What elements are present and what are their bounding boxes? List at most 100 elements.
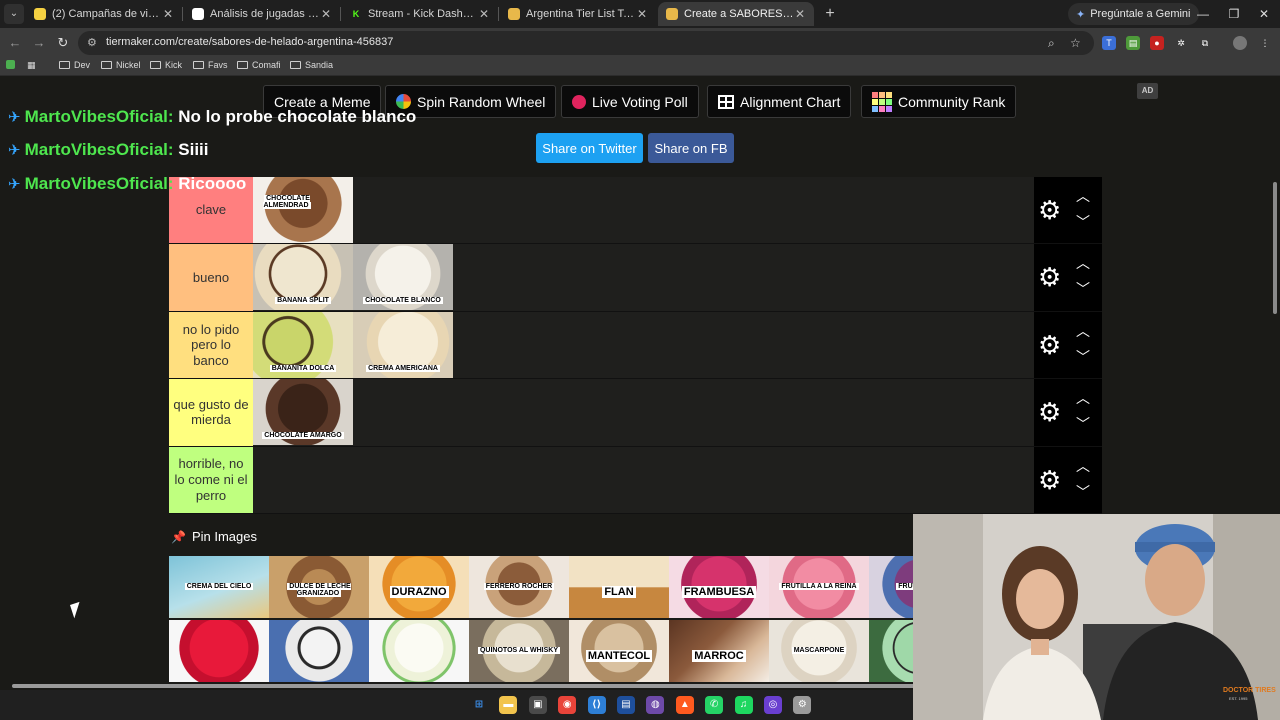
- chevron-up-icon[interactable]: ︿: [1076, 391, 1090, 405]
- flavor-image[interactable]: FRUT DEL B: [869, 556, 913, 618]
- tab-argentina-templates[interactable]: Argentina Tier List Templates - ✕: [500, 2, 656, 26]
- community-rank-button[interactable]: Community Rank: [861, 85, 1017, 118]
- extension-icon[interactable]: ●: [1150, 36, 1164, 50]
- apps-grid-icon[interactable]: ▦: [27, 60, 36, 71]
- reload-button[interactable]: ↻: [54, 34, 72, 52]
- gemini-button[interactable]: ✦ Pregúntale a Gemini: [1068, 3, 1199, 25]
- close-icon[interactable]: ✕: [636, 7, 648, 21]
- github-icon[interactable]: ◍: [646, 696, 665, 714]
- chevron-up-icon[interactable]: ︿: [1076, 256, 1090, 270]
- flavor-image[interactable]: BANANA SPLIT: [253, 244, 353, 311]
- chrome-icon[interactable]: ◉: [558, 696, 577, 714]
- whatsapp-icon[interactable]: ✆: [705, 696, 724, 714]
- zoom-icon[interactable]: ⌕: [1048, 36, 1055, 51]
- live-poll-button[interactable]: Live Voting Poll: [561, 85, 699, 118]
- flavor-image[interactable]: MANTECOL: [569, 620, 669, 682]
- bookmark-folder-favs[interactable]: Favs: [193, 60, 228, 70]
- tab-sabores-de-helado[interactable]: Create a SABORES DE HELADO ✕: [658, 2, 814, 26]
- bookmark-folder-nickel[interactable]: Nickel: [101, 60, 141, 70]
- vscode-icon[interactable]: ⟨⟩: [587, 696, 606, 714]
- tab-search-button[interactable]: ⌄: [4, 4, 24, 24]
- bookmark-app-icon[interactable]: [6, 60, 15, 69]
- flavor-image[interactable]: CHOCOLATE ALMENDRAD: [253, 177, 353, 243]
- more-menu-icon[interactable]: ⋮: [1258, 36, 1272, 50]
- url-text[interactable]: tiermaker.com/create/sabores-de-helado-a…: [106, 36, 393, 48]
- store-icon[interactable]: ▣: [528, 696, 547, 714]
- chevron-down-icon[interactable]: ﹀: [1076, 417, 1090, 431]
- gear-icon[interactable]: ⚙: [1038, 332, 1061, 358]
- chevron-down-icon[interactable]: ﹀: [1076, 485, 1090, 499]
- tier-items[interactable]: CHOCOLATE AMARGO: [253, 379, 1034, 446]
- gear-icon[interactable]: ⚙: [1038, 399, 1061, 425]
- bookmark-star-icon[interactable]: ☆: [1070, 36, 1081, 50]
- extension-icon[interactable]: ✲: [1174, 36, 1188, 50]
- extension-icon[interactable]: ▤: [1126, 36, 1140, 50]
- extensions-puzzle-icon[interactable]: ⧉: [1198, 36, 1212, 50]
- site-info-icon[interactable]: ⚙: [87, 36, 97, 49]
- flavor-image[interactable]: FLAN: [569, 556, 669, 618]
- restore-button[interactable]: ❐: [1224, 4, 1244, 24]
- chevron-up-icon[interactable]: ︿: [1076, 324, 1090, 338]
- bookmark-folder-dev[interactable]: Dev: [59, 60, 90, 70]
- close-window-button[interactable]: ✕: [1254, 4, 1274, 24]
- flavor-image[interactable]: FERRERO ROCHER: [469, 556, 569, 618]
- flavor-image[interactable]: [369, 620, 469, 682]
- flavor-image[interactable]: CREMA AMERICANA: [353, 311, 453, 378]
- close-icon[interactable]: ✕: [794, 7, 806, 21]
- new-tab-button[interactable]: +: [822, 4, 838, 24]
- chevron-down-icon[interactable]: ﹀: [1076, 215, 1090, 229]
- back-button[interactable]: ←: [6, 34, 24, 52]
- flavor-image[interactable]: CREMA DEL CIELO: [169, 556, 269, 618]
- flavor-image[interactable]: MARROC: [669, 620, 769, 682]
- share-fb-button[interactable]: Share on FB: [648, 133, 734, 163]
- flavor-image[interactable]: FRUTILLA A LA REINA: [769, 556, 869, 618]
- close-icon[interactable]: ✕: [320, 7, 332, 21]
- minimize-button[interactable]: —: [1193, 4, 1213, 24]
- bookmark-folder-sandia[interactable]: Sandia: [290, 60, 333, 70]
- flavor-image[interactable]: CHOCOLATE BLANCO: [353, 244, 453, 311]
- flavor-image[interactable]: CHOCOLATE AMARGO: [253, 379, 353, 446]
- share-twitter-button[interactable]: Share on Twitter: [536, 133, 643, 163]
- chevron-up-icon[interactable]: ︿: [1076, 189, 1090, 203]
- pin-images-toggle[interactable]: 📌 Pin Images: [171, 529, 257, 544]
- brave-icon[interactable]: ▲: [675, 696, 694, 714]
- gear-icon[interactable]: ⚙: [1038, 264, 1061, 290]
- address-bar[interactable]: ⚙ tiermaker.com/create/sabores-de-helado…: [78, 31, 1094, 55]
- tier-items[interactable]: BANANA SPLIT CHOCOLATE BLANCO: [253, 244, 1034, 311]
- tab-analisis[interactable]: Análisis de jugadas fútbol ✕: [184, 2, 340, 26]
- app2-icon[interactable]: ◎: [764, 696, 782, 714]
- flavor-image[interactable]: DULCE DE LECHE GRANIZADO: [269, 556, 369, 618]
- gear-icon[interactable]: ⚙: [1038, 197, 1061, 223]
- tab-kick[interactable]: K Stream - Kick Dashboard ✕: [342, 2, 498, 26]
- tier-items[interactable]: CHOCOLATE ALMENDRAD: [253, 177, 1034, 243]
- tier-items[interactable]: [253, 447, 1034, 513]
- close-icon[interactable]: ✕: [478, 7, 490, 21]
- alignment-chart-button[interactable]: Alignment Chart: [707, 85, 852, 118]
- flavor-image[interactable]: FRAMBUESA: [669, 556, 769, 618]
- flavor-image[interactable]: QUINOTOS AL WHISKY: [469, 620, 569, 682]
- gear-icon[interactable]: ⚙: [1038, 467, 1061, 493]
- ad-badge[interactable]: AD: [1137, 83, 1158, 99]
- chevron-up-icon[interactable]: ︿: [1076, 459, 1090, 473]
- spotify-icon[interactable]: ♫: [734, 696, 753, 714]
- close-icon[interactable]: ✕: [162, 7, 174, 21]
- forward-button[interactable]: →: [30, 34, 48, 52]
- tier-label[interactable]: que gusto de mierda: [169, 379, 253, 446]
- flavor-image[interactable]: BANANITA DOLCA: [253, 311, 353, 378]
- flavor-image[interactable]: MASCARPONE: [769, 620, 869, 682]
- flavor-image[interactable]: DURAZNO: [369, 556, 469, 618]
- windows-icon[interactable]: ⊞: [470, 696, 488, 714]
- flavor-image[interactable]: [169, 620, 269, 682]
- tab-campanas[interactable]: (2) Campañas de videos ✕: [26, 2, 182, 26]
- flavor-image[interactable]: [269, 620, 369, 682]
- chevron-down-icon[interactable]: ﹀: [1076, 350, 1090, 364]
- tier-label[interactable]: horrible, no lo come ni el perro: [169, 446, 253, 513]
- tier-label[interactable]: bueno: [169, 244, 253, 311]
- avatar[interactable]: [1233, 36, 1247, 50]
- tier-label[interactable]: no lo pido pero lo banco: [169, 311, 253, 379]
- flavor-image[interactable]: [869, 620, 913, 682]
- steam-icon[interactable]: ⚙: [793, 696, 812, 714]
- tier-items[interactable]: BANANITA DOLCA CREMA AMERICANA: [253, 311, 1034, 378]
- bookmark-folder-kick[interactable]: Kick: [150, 60, 182, 70]
- bookmark-folder-comafi[interactable]: Comafi: [237, 60, 281, 70]
